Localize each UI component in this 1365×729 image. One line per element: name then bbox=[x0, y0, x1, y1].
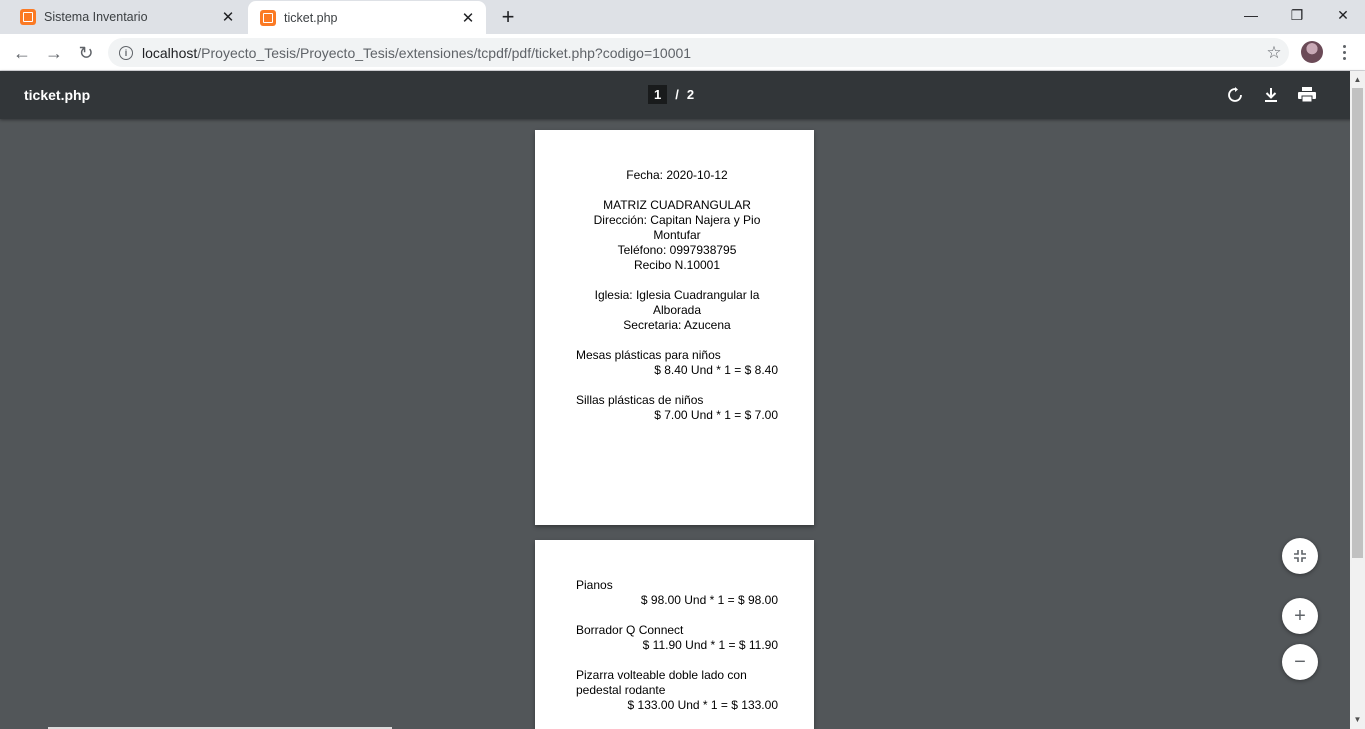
page-indicator: 1 / 2 bbox=[648, 85, 694, 104]
url-host: localhost bbox=[142, 44, 198, 61]
scrollbar-thumb[interactable] bbox=[1352, 88, 1363, 558]
zoom-in-button[interactable]: + bbox=[1282, 598, 1318, 634]
print-button[interactable] bbox=[1295, 83, 1319, 107]
xampp-favicon-icon bbox=[260, 9, 276, 26]
url-text[interactable]: localhost/Proyecto_Tesis/Proyecto_Tesis/… bbox=[142, 45, 1259, 61]
download-icon bbox=[1265, 88, 1277, 102]
info-icon[interactable]: i bbox=[119, 45, 133, 60]
tab-title: ticket.php bbox=[284, 10, 338, 25]
fit-to-page-button[interactable] bbox=[1282, 538, 1318, 574]
forward-button[interactable]: → bbox=[40, 39, 68, 67]
item-line: $ 11.90 Und * 1 = $ 11.90 bbox=[642, 638, 778, 652]
tab-strip: Sistema Inventario ✕ ticket.php ✕ + — ❐ … bbox=[0, 0, 1365, 34]
new-tab-button[interactable]: + bbox=[494, 4, 522, 30]
total-pages: 2 bbox=[686, 87, 695, 102]
plus-icon: + bbox=[1294, 604, 1306, 627]
item-line: $ 7.00 Und * 1 = $ 7.00 bbox=[654, 408, 778, 422]
ticket-fecha: Fecha: 2020-10-12 bbox=[626, 168, 728, 182]
reload-button[interactable]: ↻ bbox=[72, 39, 100, 67]
print-icon bbox=[1298, 87, 1316, 103]
pdf-page-1: Fecha: 2020-10-12 MATRIZ CUADRANGULAR Di… bbox=[535, 130, 814, 525]
address-bar[interactable]: i localhost/Proyecto_Tesis/Proyecto_Tesi… bbox=[108, 38, 1289, 67]
item-name: Sillas plásticas de niños bbox=[576, 393, 704, 407]
browser-toolbar: ← → ↻ i localhost/Proyecto_Tesis/Proyect… bbox=[0, 34, 1365, 71]
rotate-button[interactable] bbox=[1223, 83, 1247, 107]
arrow-left-icon: ← bbox=[13, 42, 31, 63]
zoom-out-button[interactable]: − bbox=[1282, 644, 1318, 680]
ticket-iglesia: Iglesia: Iglesia Cuadrangular la Alborad… bbox=[594, 288, 760, 317]
item-line: $ 8.40 Und * 1 = $ 8.40 bbox=[654, 363, 778, 377]
ticket-secretaria: Secretaria: Azucena bbox=[623, 318, 731, 332]
url-path: /Proyecto_Tesis/Proyecto_Tesis/extension… bbox=[197, 44, 692, 61]
close-icon[interactable]: ✕ bbox=[458, 8, 478, 28]
star-icon[interactable]: ☆ bbox=[1259, 43, 1289, 63]
pdf-toolbar: ticket.php 1 / 2 bbox=[0, 71, 1365, 119]
page-separator: / bbox=[675, 87, 679, 102]
item-line: $ 133.00 Und * 1 = $ 133.00 bbox=[627, 698, 778, 712]
close-icon[interactable]: ✕ bbox=[218, 7, 238, 27]
scroll-up-icon[interactable]: ▲ bbox=[1350, 72, 1365, 87]
pdf-title: ticket.php bbox=[24, 87, 91, 103]
item-name: Mesas plásticas para niños bbox=[576, 348, 721, 362]
profile-avatar[interactable] bbox=[1301, 41, 1323, 63]
reload-icon: ↻ bbox=[78, 42, 94, 63]
tab-ticket[interactable]: ticket.php ✕ bbox=[248, 1, 486, 34]
ticket-telefono: Teléfono: 0997938795 bbox=[617, 243, 737, 257]
ticket-recibo: Recibo N.10001 bbox=[633, 258, 721, 272]
minimize-button[interactable]: — bbox=[1228, 0, 1274, 30]
scroll-down-icon[interactable]: ▼ bbox=[1350, 712, 1365, 727]
back-button[interactable]: ← bbox=[8, 39, 36, 67]
restore-button[interactable]: ❐ bbox=[1274, 0, 1320, 30]
minus-icon: − bbox=[1294, 650, 1306, 673]
close-window-button[interactable]: ✕ bbox=[1320, 0, 1365, 30]
download-button[interactable] bbox=[1259, 83, 1283, 107]
xampp-favicon-icon bbox=[20, 9, 36, 25]
arrow-right-icon: → bbox=[45, 42, 63, 63]
fit-page-icon bbox=[1294, 550, 1306, 562]
rotate-icon bbox=[1228, 87, 1242, 102]
tab-title: Sistema Inventario bbox=[44, 10, 148, 24]
menu-kebab-icon[interactable] bbox=[1334, 40, 1354, 64]
ticket-matriz: MATRIZ CUADRANGULAR bbox=[603, 198, 751, 212]
current-page-input[interactable]: 1 bbox=[648, 85, 668, 104]
item-name: Pianos bbox=[576, 578, 613, 592]
pdf-page-2: Pianos $ 98.00 Und * 1 = $ 98.00 Borrado… bbox=[535, 540, 814, 729]
item-name: Borrador Q Connect bbox=[576, 623, 684, 637]
ticket-direccion: Dirección: Capitan Najera y Pio Montufar bbox=[593, 213, 761, 242]
tab-sistema-inventario[interactable]: Sistema Inventario ✕ bbox=[8, 0, 246, 34]
item-line: $ 98.00 Und * 1 = $ 98.00 bbox=[640, 593, 778, 607]
item-name: Pizarra volteable doble lado con pedesta… bbox=[576, 668, 747, 697]
